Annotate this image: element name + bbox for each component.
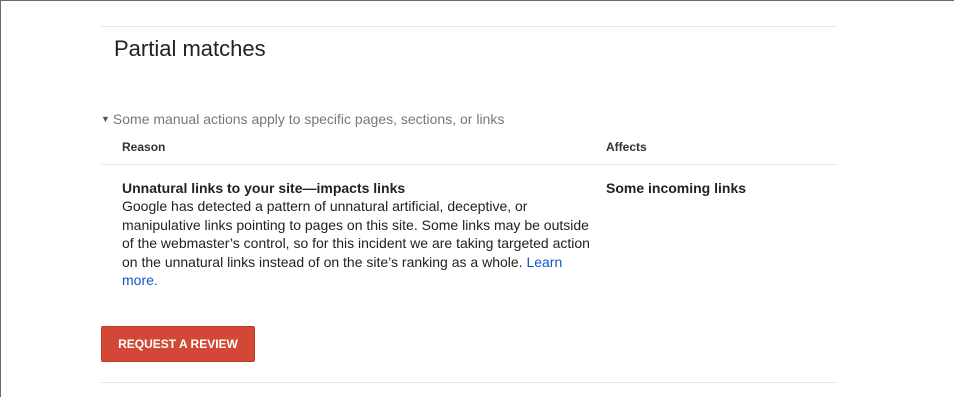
reason-description-text: Google has detected a pattern of unnatur… [122, 198, 590, 270]
reason-description: Google has detected a pattern of unnatur… [122, 197, 592, 290]
content-frame: Partial matches ▼ Some manual actions app… [0, 0, 954, 397]
column-header-affects: Affects [606, 140, 647, 154]
bottom-divider [101, 382, 837, 383]
column-header-reason: Reason [122, 140, 166, 154]
partial-matches-disclosure-toggle[interactable]: ▼ Some manual actions apply to specific p… [101, 110, 504, 128]
affects-value: Some incoming links [606, 180, 747, 196]
triangle-down-icon: ▼ [101, 114, 110, 124]
section-title: Partial matches [114, 36, 266, 61]
request-review-button[interactable]: REQUEST A REVIEW [101, 326, 255, 362]
top-divider [101, 26, 837, 27]
table-header-divider [101, 164, 837, 165]
reason-title: Unnatural links to your site—impacts lin… [122, 180, 406, 196]
disclosure-label: Some manual actions apply to specific pa… [112, 111, 505, 127]
